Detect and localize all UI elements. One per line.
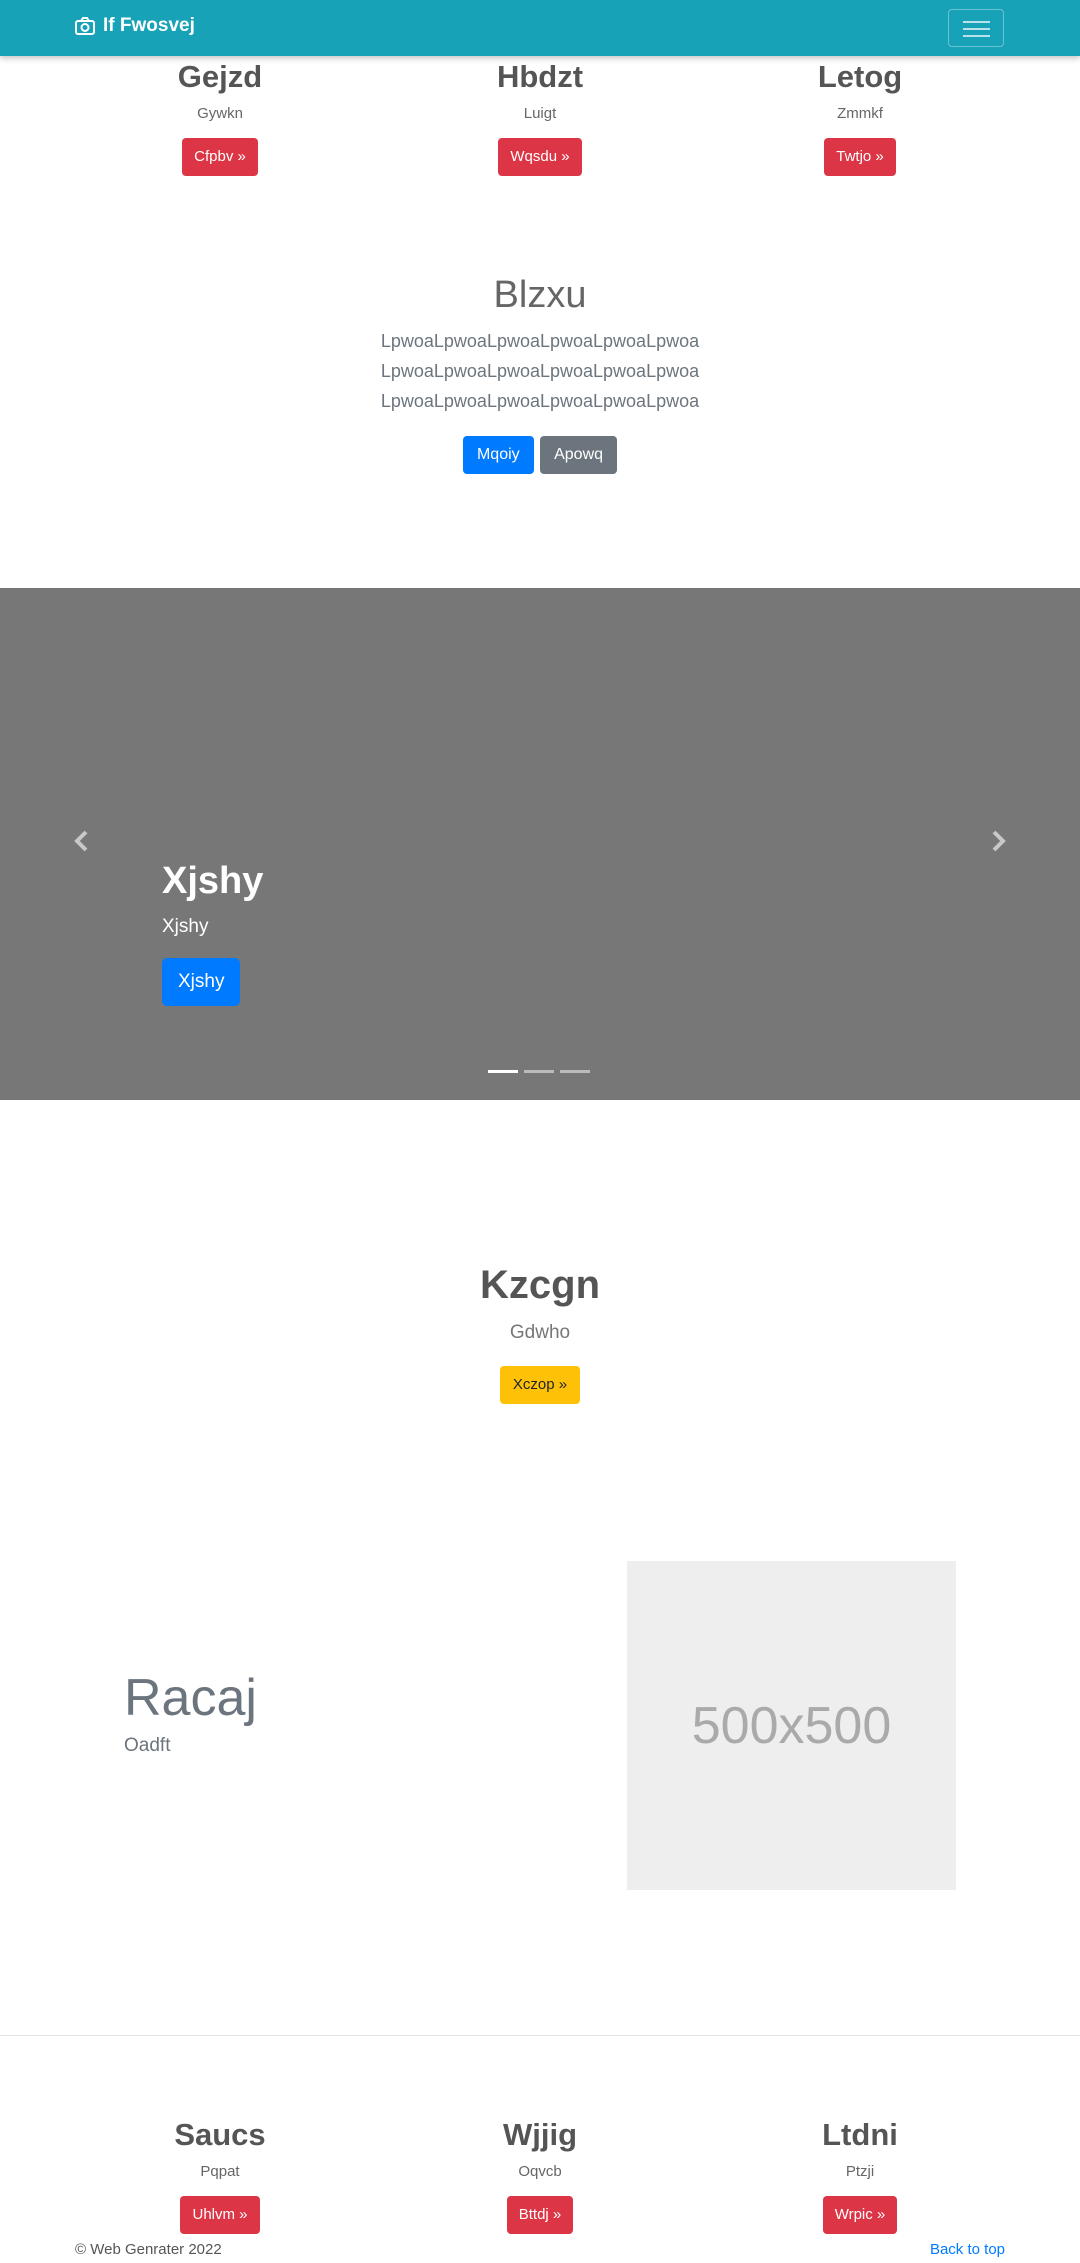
jumbotron-text-line: LpwoaLpwoaLpwoaLpwoaLpwoaLpwoa <box>380 361 700 381</box>
feature-title: Ltdni <box>822 2117 898 2152</box>
feature-column: Saucs Pqpat Uhlvm » <box>70 2115 370 2234</box>
brand-name: If Fwosvej <box>103 15 195 36</box>
feature-column: Hbdzt Luigt Wqsdu » <box>390 57 690 176</box>
jumbotron-text-line: LpwoaLpwoaLpwoaLpwoaLpwoaLpwoa <box>380 331 700 351</box>
feature-button[interactable]: Twtjo » <box>824 138 896 176</box>
hamburger-icon-bar <box>963 35 990 37</box>
feature-column: Wjjig Oqvcb Bttdj » <box>390 2115 690 2234</box>
placeholder-image: 500x500 <box>627 1561 956 1890</box>
section-button[interactable]: Xczop » <box>499 1366 581 1404</box>
center-section: Kzcgn Gdwho Xczop » <box>0 1260 1080 1404</box>
jumbotron-title: Blzxu <box>493 274 587 316</box>
jumbotron: Blzxu LpwoaLpwoaLpwoaLpwoaLpwoaLpwoa Lpw… <box>0 270 1080 474</box>
feature-button[interactable]: Wqsdu » <box>498 138 582 176</box>
feature-title: Hbdzt <box>496 59 584 94</box>
feature-column: Gejzd Gywkn Cfpbv » <box>70 57 370 176</box>
feature-column: Letog Zmmkf Twtjo » <box>710 57 1010 176</box>
hamburger-icon <box>963 21 990 23</box>
feature-split-subtitle: Oadft <box>124 1735 171 1756</box>
navbar-brand[interactable]: If Fwosvej <box>75 15 195 37</box>
feature-text: Gywkn <box>197 105 243 122</box>
feature-text: Oqvcb <box>518 2163 562 2180</box>
carousel-indicator[interactable] <box>524 1070 554 1073</box>
feature-text: Ptzji <box>845 2163 875 2180</box>
feature-split-text: Racaj Oadft <box>124 1665 257 1757</box>
secondary-button[interactable]: Apowq <box>540 436 618 474</box>
carousel-indicator[interactable] <box>488 1070 518 1073</box>
carousel-caption: Xjshy Xjshy Xjshy <box>162 858 263 1006</box>
section-title: Kzcgn <box>480 1263 600 1307</box>
feature-column: Ltdni Ptzji Wrpic » <box>710 2115 1010 2234</box>
feature-title: Letog <box>817 59 903 94</box>
feature-text: Luigt <box>523 105 557 122</box>
feature-button[interactable]: Wrpic » <box>822 2196 898 2234</box>
jumbotron-buttons: Mqoiy Apowq <box>0 436 1080 474</box>
carousel-button[interactable]: Xjshy <box>162 958 241 1006</box>
carousel-title: Xjshy <box>162 860 264 902</box>
top-navbar: If Fwosvej <box>0 0 1080 56</box>
camera-icon <box>75 17 95 35</box>
placeholder-label: 500x500 <box>691 1696 892 1755</box>
feature-title: Wjjig <box>502 2117 578 2152</box>
feature-split-title: Racaj <box>124 1669 257 1727</box>
feature-title: Saucs <box>174 2117 266 2152</box>
section-text: Gdwho <box>509 1322 571 1343</box>
back-to-top-link[interactable]: Back to top <box>930 2241 1005 2258</box>
jumbotron-text-line: LpwoaLpwoaLpwoaLpwoaLpwoaLpwoa <box>380 391 700 411</box>
feature-button[interactable]: Bttdj » <box>506 2196 574 2234</box>
navbar-toggler-button[interactable] <box>948 9 1004 47</box>
carousel-prev-icon[interactable] <box>69 828 95 854</box>
carousel-next-icon[interactable] <box>985 828 1011 854</box>
feature-text: Pqpat <box>200 2163 240 2180</box>
feature-button[interactable]: Uhlvm » <box>180 2196 260 2234</box>
divider <box>0 2035 1080 2036</box>
feature-button[interactable]: Cfpbv » <box>182 138 258 176</box>
carousel: Xjshy Xjshy Xjshy <box>0 588 1080 1100</box>
footer-copyright: © Web Genrater 2022 <box>75 2241 222 2258</box>
footer: © Web Genrater 2022 Back to top <box>0 2241 1080 2263</box>
hamburger-icon-bar <box>963 28 990 30</box>
feature-title: Gejzd <box>177 59 263 94</box>
carousel-indicators <box>488 1070 596 1073</box>
feature-text: Zmmkf <box>837 105 883 122</box>
carousel-indicator[interactable] <box>560 1070 590 1073</box>
carousel-text: Xjshy <box>162 916 209 937</box>
primary-button[interactable]: Mqoiy <box>462 436 534 474</box>
